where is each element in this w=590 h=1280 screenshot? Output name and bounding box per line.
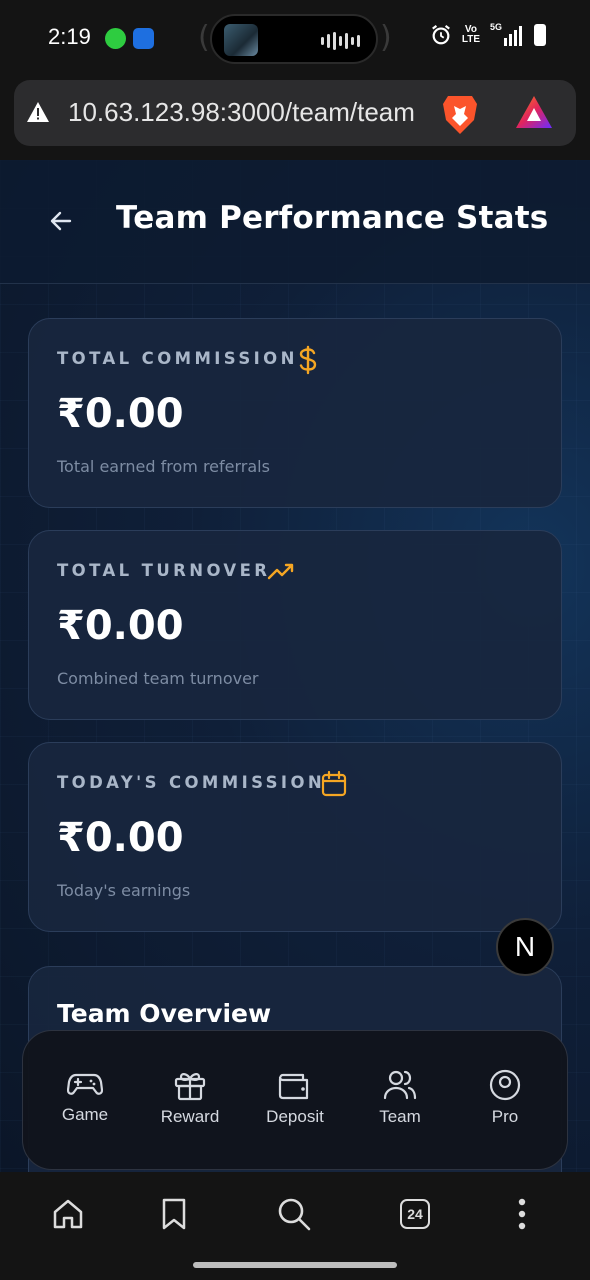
- card-subtitle: Today's earnings: [57, 881, 191, 900]
- gesture-home-indicator: [193, 1262, 397, 1268]
- battery-icon: [534, 24, 546, 46]
- island-left-bracket: (: [198, 20, 210, 55]
- card-label: TOTAL TURNOVER: [57, 561, 271, 580]
- tab-count: 24: [400, 1199, 430, 1229]
- status-icons: Vo LTE 5G: [430, 22, 546, 46]
- total-turnover-card: TOTAL TURNOVER ₹0.00 Combined team turno…: [28, 530, 562, 720]
- island-right-bracket: ): [380, 20, 392, 55]
- brave-rewards-icon[interactable]: [514, 94, 554, 130]
- address-bar[interactable]: 10.63.123.98:3000/team/team: [14, 80, 576, 146]
- team-overview-title: Team Overview: [57, 999, 272, 1028]
- nav-item-game[interactable]: Game: [40, 1069, 130, 1125]
- nextjs-dev-badge[interactable]: N: [496, 918, 554, 976]
- card-subtitle: Total earned from referrals: [57, 457, 270, 476]
- browser-bottom-toolbar: 24: [0, 1172, 590, 1280]
- home-button[interactable]: [48, 1194, 88, 1234]
- bookmarks-button[interactable]: [154, 1194, 194, 1234]
- card-subtitle: Combined team turnover: [57, 669, 259, 688]
- nav-item-reward[interactable]: Reward: [145, 1069, 235, 1127]
- page-content: Team Performance Stats TOTAL COMMISSION …: [0, 160, 590, 1172]
- brave-lion-icon[interactable]: [440, 92, 480, 136]
- signal-icon: 5G: [490, 22, 524, 46]
- todays-commission-value: ₹0.00: [57, 815, 184, 861]
- calendar-icon: [321, 771, 347, 797]
- volte-indicator: Vo LTE: [461, 24, 480, 45]
- back-button[interactable]: [46, 206, 76, 236]
- status-bar: 2:19 ( ) Vo LTE 5G: [0, 0, 590, 78]
- nav-label: Deposit: [266, 1107, 324, 1126]
- nav-label: Game: [61, 1105, 109, 1124]
- menu-button[interactable]: [502, 1194, 542, 1234]
- search-button[interactable]: [274, 1194, 314, 1234]
- total-commission-value: ₹0.00: [57, 391, 184, 437]
- total-turnover-value: ₹0.00: [57, 603, 184, 649]
- todays-commission-card: TODAY'S COMMISSION ₹0.00 Today's earning…: [28, 742, 562, 932]
- users-icon: [383, 1070, 417, 1100]
- media-thumbnail: [224, 24, 258, 56]
- card-label: TOTAL COMMISSION: [57, 349, 298, 368]
- warning-icon[interactable]: [26, 101, 50, 123]
- notification-app-icon-green: [105, 28, 126, 49]
- status-time: 2:19: [48, 24, 91, 49]
- nav-item-profile[interactable]: Pro: [460, 1069, 550, 1127]
- audio-wave-icon: [321, 32, 360, 50]
- total-commission-card: TOTAL COMMISSION ₹0.00 Total earned from…: [28, 318, 562, 508]
- trending-up-icon: [267, 563, 294, 580]
- nav-label: Pro: [491, 1107, 519, 1126]
- page-title: Team Performance Stats: [116, 200, 549, 236]
- tabs-button[interactable]: 24: [395, 1194, 435, 1234]
- search-icon: [278, 1198, 311, 1231]
- bookmark-icon: [162, 1198, 186, 1230]
- more-vertical-icon: [518, 1198, 526, 1230]
- gift-icon: [174, 1073, 206, 1101]
- alarm-icon: [431, 24, 450, 45]
- page-header: Team Performance Stats: [0, 160, 590, 284]
- nav-item-team[interactable]: Team: [355, 1069, 445, 1127]
- card-label: TODAY'S COMMISSION: [57, 773, 326, 792]
- nav-label: Reward: [160, 1107, 220, 1126]
- app-bottom-nav: Game Reward Deposit Team Pro: [22, 1030, 568, 1170]
- gamepad-icon: [67, 1073, 103, 1095]
- network-type: 5G: [490, 22, 503, 32]
- home-icon: [53, 1199, 83, 1229]
- nav-item-deposit[interactable]: Deposit: [250, 1069, 340, 1127]
- wallet-icon: [278, 1073, 309, 1100]
- notification-app-icon-blue: [133, 28, 154, 49]
- url-text[interactable]: 10.63.123.98:3000/team/team: [68, 97, 424, 128]
- nav-label: Team: [379, 1107, 421, 1126]
- dynamic-island[interactable]: [210, 14, 378, 64]
- arrow-left-icon: [50, 211, 72, 231]
- dollar-icon: [299, 345, 317, 375]
- profile-icon: [489, 1069, 521, 1101]
- browser-toolbar: 10.63.123.98:3000/team/team: [0, 78, 590, 160]
